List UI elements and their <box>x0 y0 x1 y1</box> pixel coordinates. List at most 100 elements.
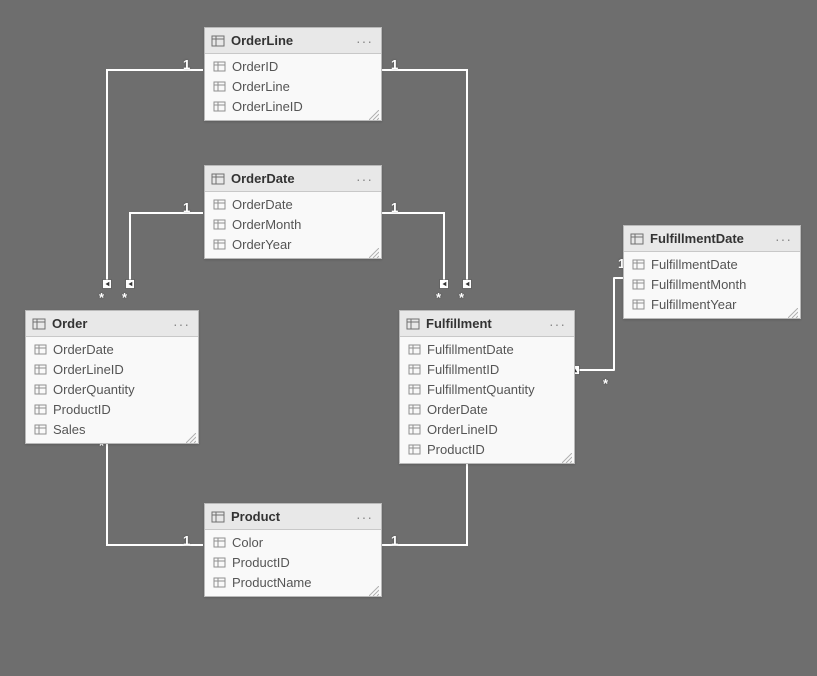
table-fields: OrderDate OrderMonth OrderYear <box>205 192 381 258</box>
field-row[interactable]: ProductName <box>205 572 381 592</box>
field-label: OrderMonth <box>232 217 301 232</box>
column-icon <box>213 556 226 569</box>
table-order[interactable]: Order ··· OrderDate OrderLineID OrderQua… <box>25 310 199 444</box>
table-icon <box>211 34 225 48</box>
field-row[interactable]: OrderLineID <box>400 419 574 439</box>
column-icon <box>632 278 645 291</box>
field-row[interactable]: OrderQuantity <box>26 379 198 399</box>
cardinality-one: 1 <box>183 200 190 215</box>
field-label: OrderID <box>232 59 278 74</box>
table-fields: Color ProductID ProductName <box>205 530 381 596</box>
column-icon <box>632 258 645 271</box>
table-fields: FulfillmentDate FulfillmentID Fulfillmen… <box>400 337 574 463</box>
field-label: OrderYear <box>232 237 292 252</box>
resize-grip[interactable] <box>788 306 798 316</box>
column-icon <box>34 383 47 396</box>
field-row[interactable]: OrderLineID <box>205 96 381 116</box>
table-header[interactable]: Fulfillment ··· <box>400 311 574 337</box>
field-row[interactable]: ProductID <box>26 399 198 419</box>
field-row[interactable]: OrderDate <box>400 399 574 419</box>
field-row[interactable]: Sales <box>26 419 198 439</box>
column-icon <box>34 343 47 356</box>
field-row[interactable]: FulfillmentDate <box>400 339 574 359</box>
column-icon <box>408 363 421 376</box>
field-label: OrderLineID <box>232 99 303 114</box>
field-label: FulfillmentDate <box>651 257 738 272</box>
table-title: OrderDate <box>231 171 354 186</box>
table-menu-button[interactable]: ··· <box>773 231 794 247</box>
field-label: OrderQuantity <box>53 382 135 397</box>
field-row[interactable]: OrderLine <box>205 76 381 96</box>
field-row[interactable]: FulfillmentQuantity <box>400 379 574 399</box>
table-header[interactable]: OrderDate ··· <box>205 166 381 192</box>
field-row[interactable]: FulfillmentYear <box>624 294 800 314</box>
table-title: Fulfillment <box>426 316 547 331</box>
resize-grip[interactable] <box>562 451 572 461</box>
field-label: FulfillmentID <box>427 362 499 377</box>
field-row[interactable]: OrderDate <box>26 339 198 359</box>
column-icon <box>408 423 421 436</box>
table-fulfillment[interactable]: Fulfillment ··· FulfillmentDate Fulfillm… <box>399 310 575 464</box>
table-title: FulfillmentDate <box>650 231 773 246</box>
resize-grip[interactable] <box>186 431 196 441</box>
table-title: OrderLine <box>231 33 354 48</box>
table-menu-button[interactable]: ··· <box>354 33 375 49</box>
resize-grip[interactable] <box>369 108 379 118</box>
cardinality-many: * <box>459 290 464 305</box>
field-label: ProductID <box>53 402 111 417</box>
table-header[interactable]: FulfillmentDate ··· <box>624 226 800 252</box>
field-label: Sales <box>53 422 86 437</box>
field-row[interactable]: OrderDate <box>205 194 381 214</box>
table-orderline[interactable]: OrderLine ··· OrderID OrderLine OrderLin… <box>204 27 382 121</box>
cardinality-one: 1 <box>391 533 398 548</box>
table-menu-button[interactable]: ··· <box>171 316 192 332</box>
cardinality-many: * <box>99 290 104 305</box>
table-header[interactable]: Order ··· <box>26 311 198 337</box>
field-label: FulfillmentMonth <box>651 277 746 292</box>
field-label: FulfillmentYear <box>651 297 737 312</box>
field-row[interactable]: Color <box>205 532 381 552</box>
table-menu-button[interactable]: ··· <box>354 509 375 525</box>
table-fulfillmentdate[interactable]: FulfillmentDate ··· FulfillmentDate Fulf… <box>623 225 801 319</box>
field-label: Color <box>232 535 263 550</box>
table-icon <box>32 317 46 331</box>
field-row[interactable]: ProductID <box>205 552 381 572</box>
table-header[interactable]: OrderLine ··· <box>205 28 381 54</box>
field-label: OrderDate <box>53 342 114 357</box>
cardinality-one: 1 <box>391 57 398 72</box>
column-icon <box>213 218 226 231</box>
column-icon <box>213 576 226 589</box>
table-fields: OrderID OrderLine OrderLineID <box>205 54 381 120</box>
field-row[interactable]: OrderYear <box>205 234 381 254</box>
table-icon <box>406 317 420 331</box>
field-row[interactable]: OrderLineID <box>26 359 198 379</box>
table-fields: OrderDate OrderLineID OrderQuantity Prod… <box>26 337 198 443</box>
table-icon <box>630 232 644 246</box>
table-menu-button[interactable]: ··· <box>547 316 568 332</box>
field-row[interactable]: FulfillmentDate <box>624 254 800 274</box>
table-menu-button[interactable]: ··· <box>354 171 375 187</box>
field-row[interactable]: FulfillmentID <box>400 359 574 379</box>
resize-grip[interactable] <box>369 246 379 256</box>
column-icon <box>408 403 421 416</box>
cardinality-many: * <box>122 290 127 305</box>
table-orderdate[interactable]: OrderDate ··· OrderDate OrderMonth Order… <box>204 165 382 259</box>
table-title: Product <box>231 509 354 524</box>
table-fields: FulfillmentDate FulfillmentMonth Fulfill… <box>624 252 800 318</box>
table-header[interactable]: Product ··· <box>205 504 381 530</box>
column-icon <box>213 238 226 251</box>
field-row[interactable]: OrderMonth <box>205 214 381 234</box>
table-icon <box>211 172 225 186</box>
column-icon <box>213 80 226 93</box>
field-row[interactable]: ProductID <box>400 439 574 459</box>
column-icon <box>408 383 421 396</box>
cardinality-many: * <box>603 376 608 391</box>
cardinality-one: 1 <box>183 533 190 548</box>
resize-grip[interactable] <box>369 584 379 594</box>
field-label: FulfillmentQuantity <box>427 382 535 397</box>
field-row[interactable]: OrderID <box>205 56 381 76</box>
column-icon <box>34 403 47 416</box>
table-product[interactable]: Product ··· Color ProductID ProductName <box>204 503 382 597</box>
field-row[interactable]: FulfillmentMonth <box>624 274 800 294</box>
column-icon <box>213 100 226 113</box>
